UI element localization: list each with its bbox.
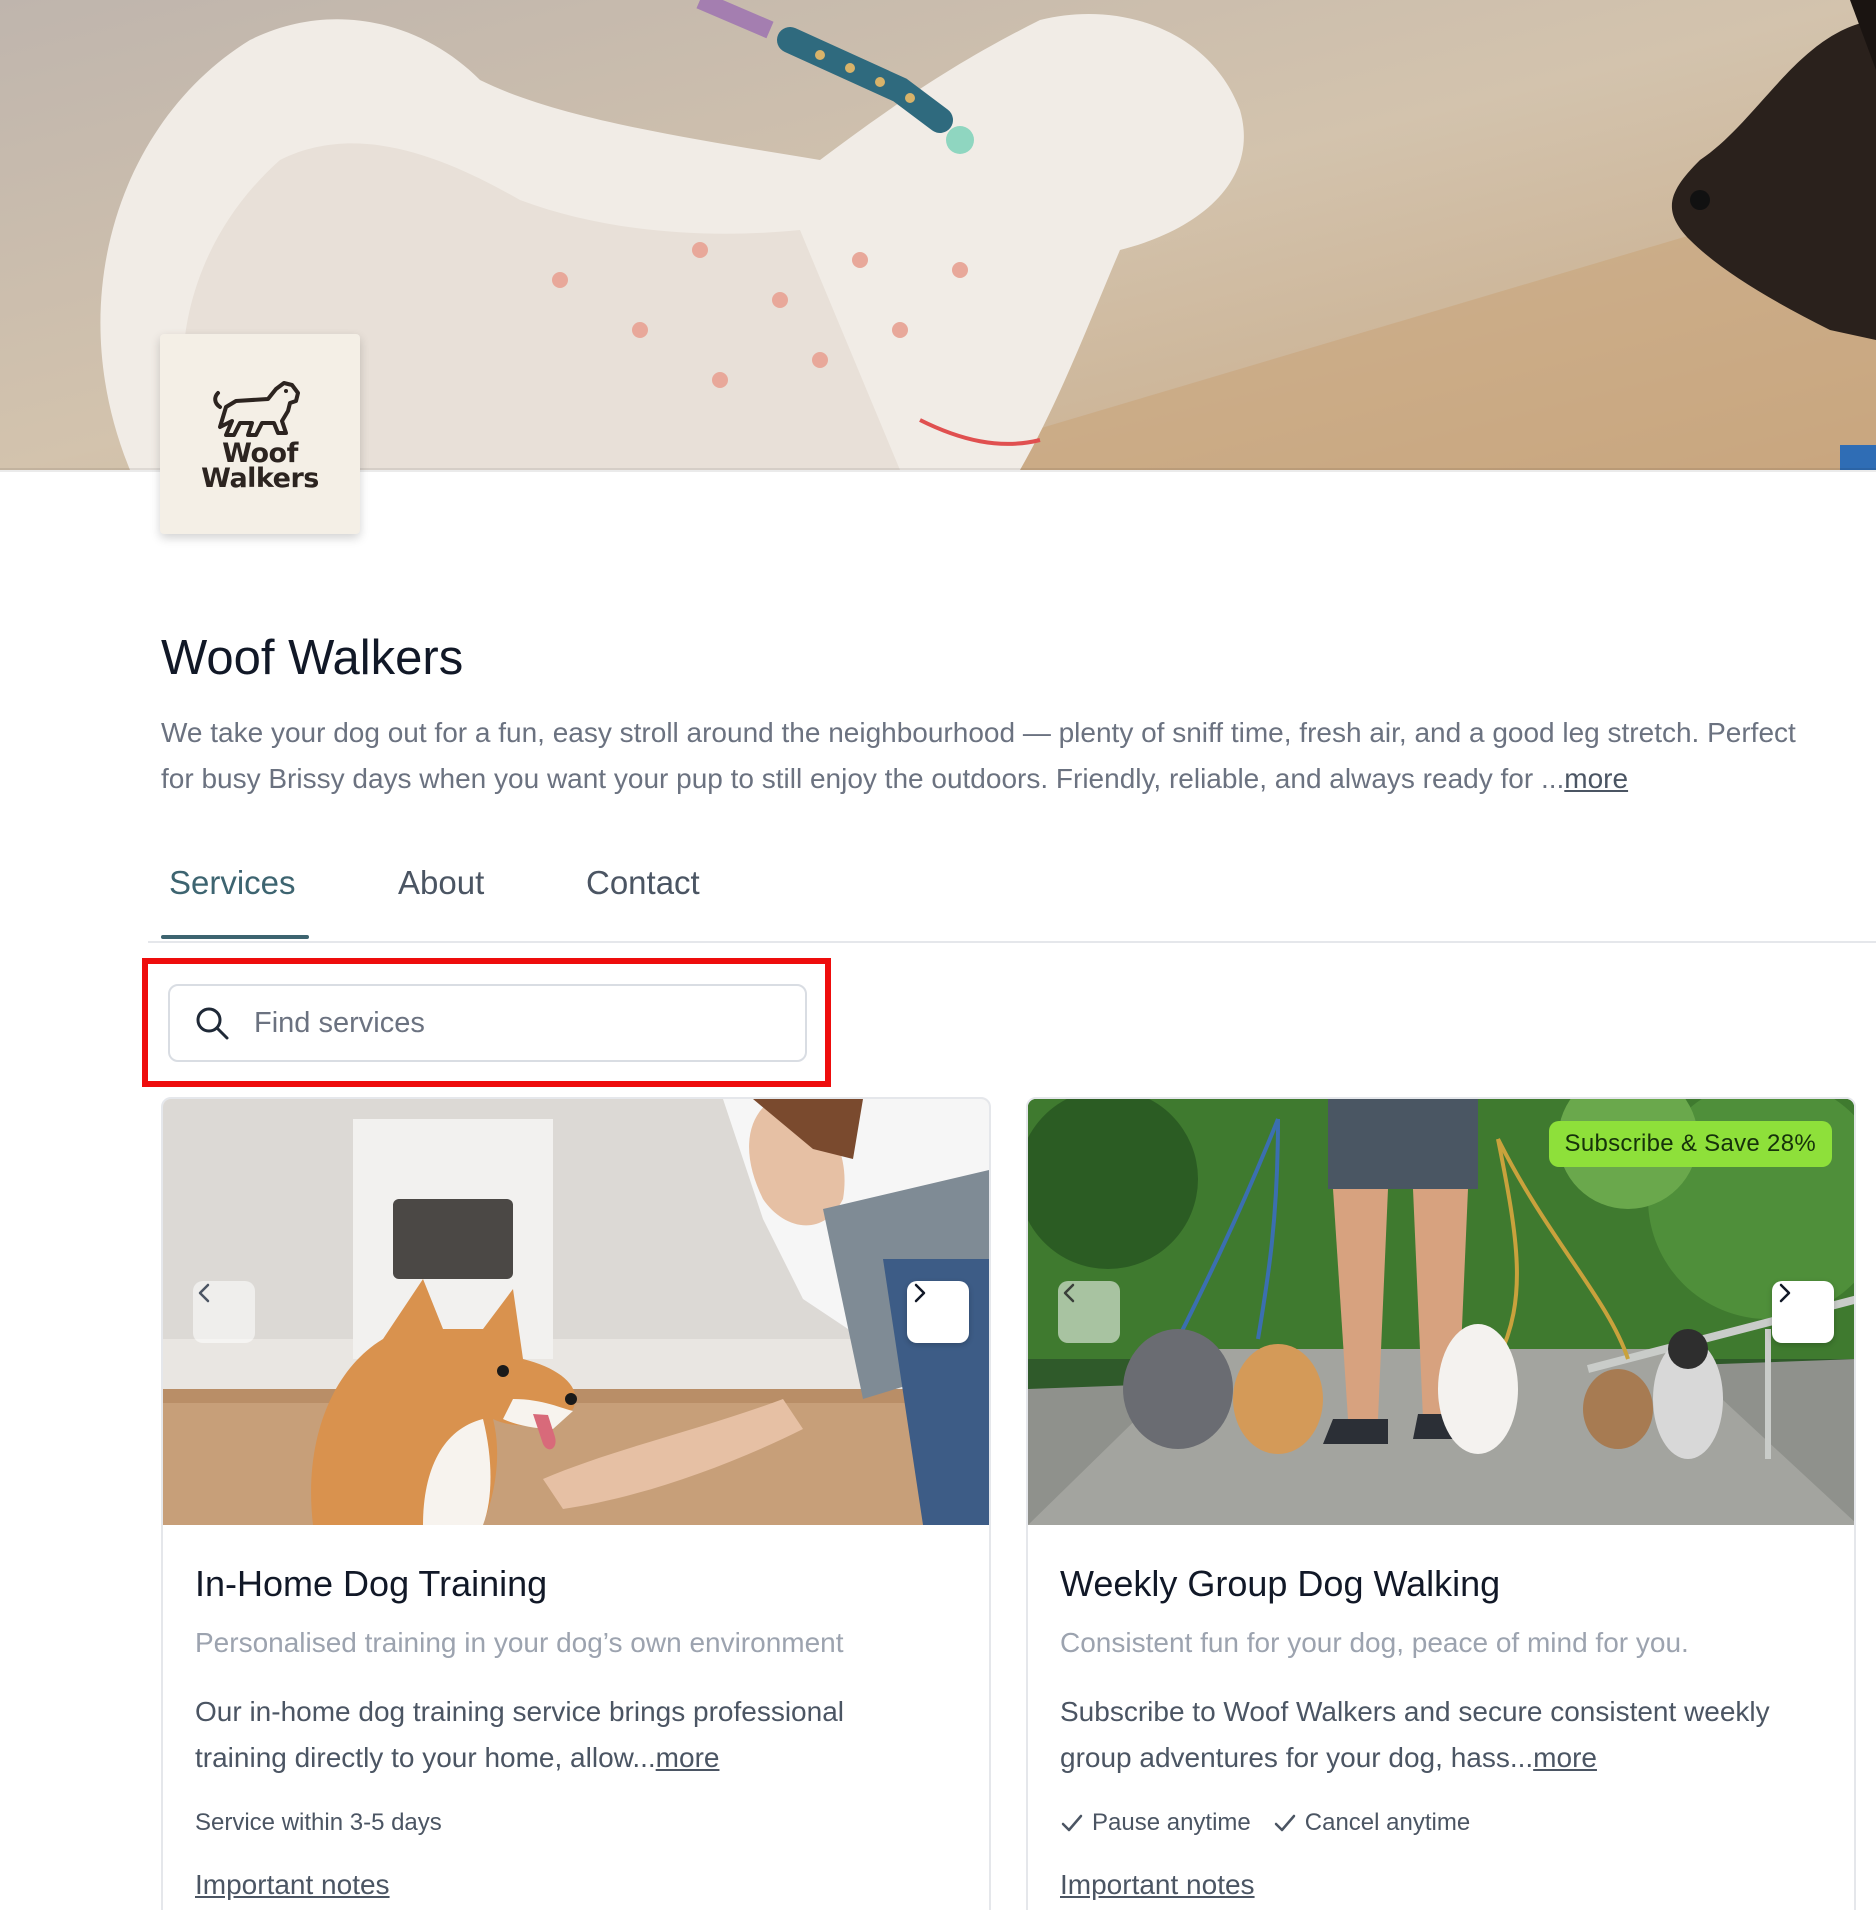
- chevron-left-icon: [1063, 1283, 1075, 1303]
- search-field[interactable]: [168, 984, 807, 1062]
- chevron-left-icon: [198, 1283, 210, 1303]
- feature-pause: Pause anytime: [1060, 1809, 1251, 1837]
- service-description: Our in-home dog training service brings …: [195, 1689, 965, 1781]
- service-card-training[interactable]: In-Home Dog Training Personalised traini…: [161, 1097, 991, 1910]
- tabs-divider: [148, 941, 1876, 943]
- description-line-2: for busy Brissy days when you want your …: [161, 763, 1565, 794]
- tab-contact[interactable]: Contact: [586, 864, 700, 902]
- search-input[interactable]: [254, 1006, 774, 1040]
- service-subtitle: Consistent fun for your dog, peace of mi…: [1060, 1627, 1689, 1658]
- service-card-group-walking[interactable]: Subscribe & Save 28% Weekly Group Dog Wa…: [1026, 1097, 1856, 1910]
- service-image-training: [163, 1099, 989, 1525]
- description-more-link[interactable]: more: [1564, 763, 1628, 794]
- tab-bar: Services About Contact: [161, 850, 1876, 942]
- subscribe-save-badge: Subscribe & Save 28%: [1548, 1121, 1832, 1167]
- dog-logo-icon: [213, 381, 300, 437]
- service-description-line-1: Subscribe to Woof Walkers and secure con…: [1060, 1696, 1770, 1727]
- service-description-line-2: group adventures for your dog, hass...: [1060, 1742, 1534, 1773]
- tab-about[interactable]: About: [398, 864, 484, 902]
- service-more-link[interactable]: more: [656, 1742, 720, 1773]
- service-description: Subscribe to Woof Walkers and secure con…: [1060, 1689, 1830, 1781]
- important-notes-link[interactable]: Important notes: [195, 1869, 390, 1901]
- carousel-next-button[interactable]: [1772, 1281, 1834, 1343]
- logo-wordmark: Woof Walkers: [201, 440, 319, 494]
- feature-cancel: Cancel anytime: [1273, 1809, 1470, 1837]
- service-features: Pause anytime Cancel anytime: [1060, 1809, 1492, 1837]
- feature-label: Cancel anytime: [1304, 1809, 1471, 1836]
- description-line-1: We take your dog out for a fun, easy str…: [161, 717, 1796, 748]
- service-more-link[interactable]: more: [1533, 1742, 1597, 1773]
- service-image-group-walking: Subscribe & Save 28%: [1028, 1099, 1854, 1525]
- carousel-prev-button[interactable]: [193, 1281, 255, 1343]
- chevron-right-icon: [914, 1283, 926, 1303]
- service-description-line-1: Our in-home dog training service brings …: [195, 1696, 844, 1727]
- check-icon: [1274, 1814, 1296, 1832]
- service-title: In-Home Dog Training: [195, 1563, 548, 1604]
- check-icon: [1061, 1814, 1083, 1832]
- carousel-prev-button[interactable]: [1058, 1281, 1120, 1343]
- service-description-line-2: training directly to your home, allow...: [195, 1742, 656, 1773]
- carousel-next-button[interactable]: [907, 1281, 969, 1343]
- active-tab-indicator: [161, 935, 309, 939]
- service-availability: Service within 3-5 days: [195, 1809, 442, 1836]
- logo-line-2: Walkers: [201, 463, 319, 494]
- important-notes-link[interactable]: Important notes: [1060, 1869, 1255, 1901]
- service-title: Weekly Group Dog Walking: [1060, 1563, 1501, 1604]
- page-title: Woof Walkers: [161, 631, 464, 685]
- tab-services[interactable]: Services: [169, 864, 296, 902]
- feature-label: Pause anytime: [1092, 1809, 1251, 1836]
- search-icon: [192, 1003, 232, 1043]
- business-description: We take your dog out for a fun, easy str…: [161, 710, 1876, 802]
- service-subtitle: Personalised training in your dog’s own …: [195, 1627, 844, 1658]
- chevron-right-icon: [1779, 1283, 1791, 1303]
- business-logo: Woof Walkers: [160, 334, 360, 534]
